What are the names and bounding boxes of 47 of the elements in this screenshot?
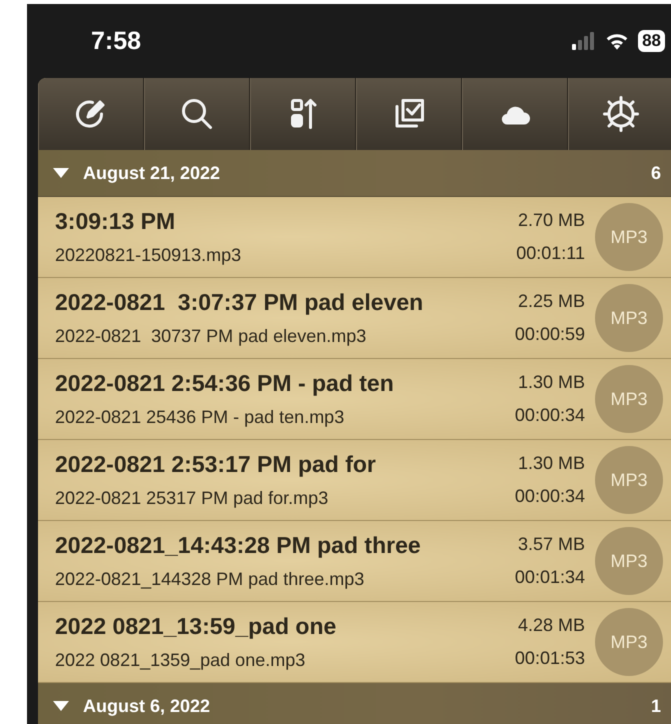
format-badge: MP3: [595, 446, 663, 514]
file-size: 4.28 MB: [518, 615, 585, 636]
duration: 00:01:11: [516, 243, 585, 264]
file-size: 2.70 MB: [518, 210, 585, 231]
recording-row[interactable]: 2022-0821 2:54:36 PM - pad ten 2022-0821 25436 PM - pad ten.mp3 1.30 MB 00:00:34 MP3: [38, 359, 671, 440]
format-badge: MP3: [595, 527, 663, 595]
section-date: August 6, 2022: [83, 696, 212, 716]
recording-row[interactable]: 2022-0821_14:43:28 PM pad three 2022-0821_144328 PM pad three.mp3 3.57 MB 00:01:34 MP3: [38, 521, 671, 602]
section-date: August 21, 2022: [83, 162, 222, 184]
format-badge: MP3: [595, 284, 663, 352]
duration: 00:00:34: [514, 405, 585, 426]
duration: 00:00:34: [514, 486, 585, 507]
search-icon: [179, 96, 215, 132]
format-badge: MP3: [595, 608, 663, 676]
recording-filename: 2022-0821 30737 PM pad eleven.mp3: [55, 326, 368, 347]
recording-row[interactable]: 2022 0821_13:59_pad one 2022 0821_1359_pad one.mp3 4.28 MB 00:01:53 MP3: [38, 602, 671, 683]
battery-level: 88: [638, 30, 665, 52]
recording-title: 2022 0821_13:59_pad one: [55, 613, 338, 640]
recording-row[interactable]: 3:09:13 PM 20220821-150913.mp3 2.70 MB 00:01:11 MP3: [38, 197, 671, 278]
file-size: 2.25 MB: [518, 291, 585, 312]
file-size: 3.57 MB: [518, 534, 585, 555]
status-time: 7:58: [91, 26, 142, 56]
recording-title: 2022-0821 2:54:36 PM - pad ten: [55, 370, 395, 397]
format-badge: MP3: [595, 365, 663, 433]
duration: 00:01:53: [514, 648, 585, 669]
duration: 00:00:59: [514, 324, 585, 345]
recording-row[interactable]: 2022-0821 3:07:37 PM pad eleven 2022-0821 30737 PM pad eleven.mp3 2.25 MB 00:00:59 MP3: [38, 278, 671, 359]
recording-filename: 2022 0821_1359_pad one.mp3: [55, 650, 306, 671]
section-count: 1: [650, 696, 661, 716]
recording-row[interactable]: 2022-0821 2:53:17 PM pad for 2022-0821 25317 PM pad for.mp3 1.30 MB 00:00:34 MP3: [38, 440, 671, 521]
section-count: 6: [650, 162, 661, 184]
file-size: 1.30 MB: [518, 453, 585, 474]
signal-icon: [572, 32, 596, 50]
recording-filename: 2022-0821_144328 PM pad three.mp3: [55, 569, 366, 590]
recording-title: 2022-0821 3:07:37 PM pad eleven: [55, 289, 424, 316]
duration: 00:01:34: [514, 567, 585, 588]
settings-icon: [603, 96, 639, 132]
recording-filename: 20220821-150913.mp3: [55, 245, 242, 266]
recording-filename: 2022-0821 25317 PM pad for.mp3: [55, 488, 330, 509]
recording-filename: 2022-0821 25436 PM - pad ten.mp3: [55, 407, 346, 428]
recording-title: 2022-0821 2:53:17 PM pad for: [55, 451, 377, 478]
recording-title: 2022-0821_14:43:28 PM pad three: [55, 532, 422, 559]
file-size: 1.30 MB: [518, 372, 585, 393]
format-badge: MP3: [595, 203, 663, 271]
recording-title: 3:09:13 PM: [55, 208, 176, 235]
section-header[interactable]: August 6, 2022 1: [38, 683, 671, 724]
section-header[interactable]: August 21, 2022 6: [38, 150, 671, 197]
